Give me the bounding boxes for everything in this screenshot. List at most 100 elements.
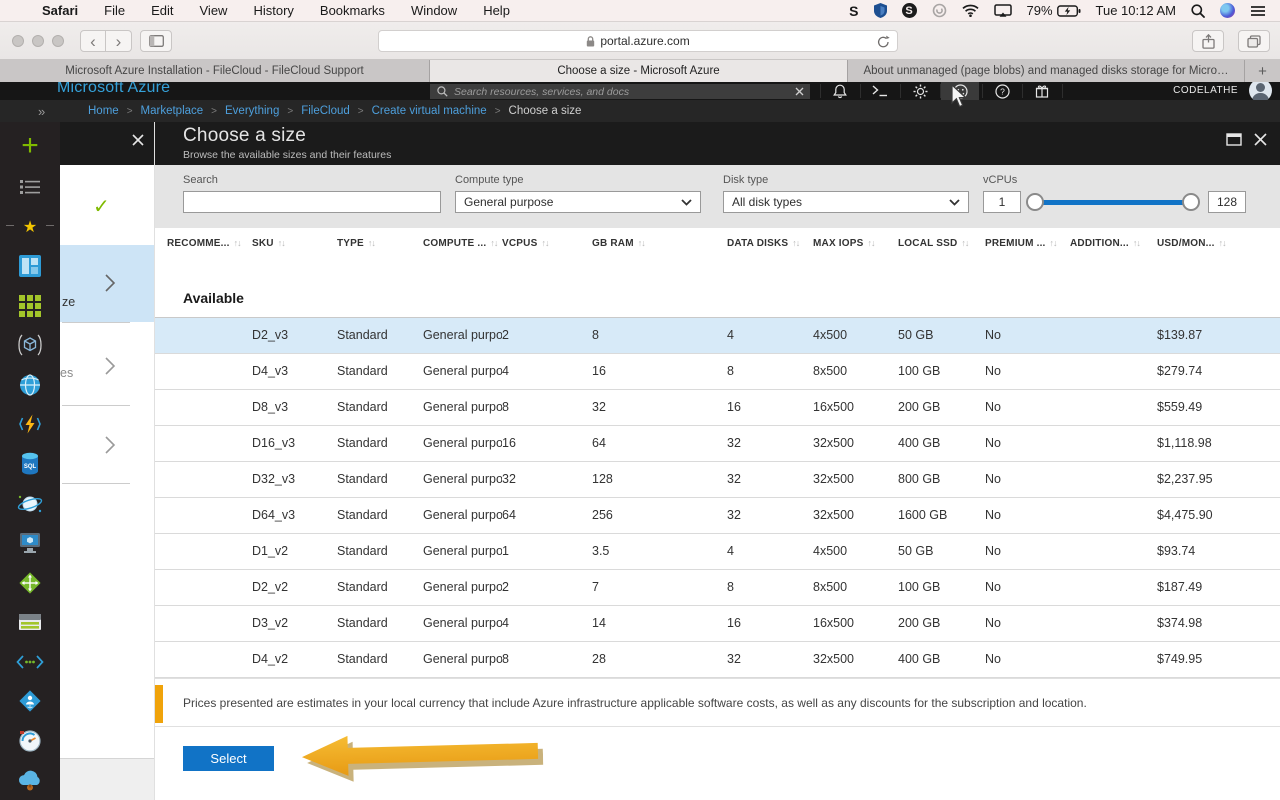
vcpu-max-input[interactable]: 128 — [1208, 191, 1246, 213]
skype-status-icon[interactable]: S — [901, 3, 917, 18]
close-window-button[interactable] — [12, 35, 24, 47]
column-header[interactable]: DATA DISKS ↑↓ — [727, 238, 813, 249]
slider-track[interactable] — [1028, 200, 1198, 205]
menubar-item[interactable]: Safari — [42, 3, 78, 18]
sidebar-item-virtual-networks[interactable] — [0, 642, 60, 682]
notifications-bell-button[interactable] — [821, 82, 859, 100]
airplay-display-icon[interactable] — [993, 4, 1012, 17]
breadcrumb-link[interactable]: FileCloud — [301, 105, 350, 117]
breadcrumb-link[interactable]: Everything — [225, 105, 279, 117]
table-row[interactable]: D1_v2 Standard General purpose1 3.5 4 4x500 50… — [155, 534, 1280, 570]
sidebar-item-monitor[interactable] — [0, 721, 60, 761]
sidebar-item-resource-groups[interactable] — [0, 326, 60, 366]
cloud-shell-button[interactable] — [861, 82, 899, 100]
spotlight-search-icon[interactable] — [1191, 3, 1205, 18]
sidebar-item-advisor[interactable] — [0, 761, 60, 800]
menubar-item[interactable]: History — [253, 3, 293, 18]
breadcrumb-link[interactable]: Home — [88, 105, 119, 117]
sidebar-item-create-resource[interactable]: + — [0, 128, 60, 168]
table-row[interactable]: D8_v3 Standard General purpose8 32 16 16x500 2… — [155, 390, 1280, 426]
menubar-item[interactable]: Help — [483, 3, 510, 18]
table-row[interactable]: D4_v2 Standard General purpose8 28 32 32x500 4… — [155, 642, 1280, 678]
table-row[interactable]: D2_v3 Standard General purpose2 8 4 4x500 50 G… — [155, 318, 1280, 354]
clear-search-icon[interactable] — [795, 87, 804, 96]
reload-icon[interactable] — [877, 35, 890, 49]
wizard-step-summary[interactable] — [60, 405, 154, 483]
sidebar-item-storage-accounts[interactable] — [0, 602, 60, 642]
blade-close-icon[interactable] — [131, 133, 145, 147]
size-search-field[interactable] — [183, 191, 441, 213]
column-header[interactable]: COMPUTE ... ↑↓ — [423, 238, 502, 249]
column-header[interactable]: LOCAL SSD ↑↓ — [898, 238, 985, 249]
sidebar-item-azure-active-directory[interactable] — [0, 681, 60, 721]
minimize-window-button[interactable] — [32, 35, 44, 47]
column-header[interactable]: MAX IOPS ↑↓ — [813, 238, 898, 249]
column-header[interactable]: TYPE ↑↓ — [337, 238, 423, 249]
table-row[interactable]: D4_v3 Standard General purpose4 16 8 8x500 100… — [155, 354, 1280, 390]
table-row[interactable]: D3_v2 Standard General purpose4 14 16 16x500 2… — [155, 606, 1280, 642]
breadcrumb-link[interactable]: Create virtual machine — [372, 105, 487, 117]
new-tab-button[interactable]: + — [1245, 60, 1280, 82]
sidebar-item-all-services[interactable] — [0, 168, 60, 208]
sidebar-item-app-services[interactable] — [0, 365, 60, 405]
table-row[interactable]: D16_v3 Standard General purpose16 64 32 32x50… — [155, 426, 1280, 462]
column-header[interactable]: PREMIUM ... ↑↓ — [985, 238, 1070, 249]
column-header[interactable]: VCPUS ↑↓ — [502, 238, 592, 249]
back-button[interactable]: ‹ — [80, 30, 106, 52]
sidebar-item-sql-databases[interactable]: SQL — [0, 444, 60, 484]
vcpu-min-input[interactable]: 1 — [983, 191, 1021, 213]
menubar-clock[interactable]: Tue 10:12 AM — [1096, 3, 1176, 18]
vcpu-slider[interactable] — [1026, 191, 1200, 213]
table-row[interactable]: D64_v3 Standard General purpose64 256 32 32x5… — [155, 498, 1280, 534]
compute-type-select[interactable]: General purpose — [455, 191, 701, 213]
sidebar-item-virtual-machines[interactable] — [0, 523, 60, 563]
settings-button[interactable] — [901, 82, 939, 100]
sidebar-expand-icon[interactable]: » — [38, 104, 45, 119]
sublime-status-icon[interactable]: S — [849, 3, 858, 19]
column-header[interactable]: SKU ↑↓ — [252, 238, 337, 249]
menubar-item[interactable]: View — [200, 3, 228, 18]
forward-button[interactable]: › — [106, 30, 132, 52]
tab-overview-button[interactable] — [1238, 30, 1270, 52]
menubar-item[interactable]: Edit — [151, 3, 173, 18]
table-row[interactable]: D32_v3StandardGeneral purpose321283232x5… — [155, 462, 1280, 498]
disk-type-select[interactable]: All disk types — [723, 191, 969, 213]
sidebar-item-dashboard[interactable] — [0, 247, 60, 287]
wizard-step-settings[interactable]: es — [60, 322, 154, 405]
column-header[interactable]: RECOMME... ↑↓ — [167, 238, 252, 249]
sidebar-item-function-apps[interactable] — [0, 405, 60, 445]
zoom-window-button[interactable] — [52, 35, 64, 47]
slider-handle-max[interactable] — [1182, 193, 1200, 211]
azure-logo[interactable]: Microsoft Azure — [57, 82, 170, 97]
tab-filecloud-support[interactable]: Microsoft Azure Installation - FileCloud… — [0, 60, 430, 82]
sidebar-toggle-button[interactable] — [140, 30, 172, 52]
slider-handle-min[interactable] — [1026, 193, 1044, 211]
menubar-item[interactable]: Window — [411, 3, 457, 18]
panel-close-icon[interactable] — [1253, 132, 1268, 147]
menubar-item[interactable]: File — [104, 3, 125, 18]
account-name[interactable]: CODELATHE — [1173, 85, 1238, 96]
filecloud-shield-icon[interactable] — [873, 3, 887, 18]
tab-managed-disks[interactable]: About unmanaged (page blobs) and managed… — [848, 60, 1245, 82]
table-row[interactable]: D2_v2 Standard General purpose2 7 8 8x500 100 … — [155, 570, 1280, 606]
siri-icon[interactable] — [1220, 3, 1235, 18]
address-bar[interactable]: portal.azure.com — [378, 30, 898, 52]
sidebar-item-favorites[interactable]: ★ — [0, 207, 60, 247]
share-button[interactable] — [1192, 30, 1224, 52]
swirl-status-icon[interactable] — [932, 3, 947, 18]
avatar[interactable] — [1249, 82, 1272, 100]
notification-center-icon[interactable] — [1250, 5, 1266, 17]
column-header[interactable]: GB RAM ↑↓ — [592, 238, 727, 249]
tab-choose-a-size[interactable]: Choose a size - Microsoft Azure — [430, 60, 848, 82]
sidebar-item-all-resources[interactable] — [0, 286, 60, 326]
wizard-step-size[interactable]: ze — [60, 245, 154, 322]
battery-charging-icon[interactable] — [1056, 4, 1081, 17]
sidebar-item-cosmos-db[interactable] — [0, 484, 60, 524]
breadcrumb-link[interactable]: Marketplace — [141, 105, 204, 117]
azure-search-bar[interactable]: Search resources, services, and docs — [430, 84, 810, 99]
maximize-icon[interactable] — [1226, 133, 1242, 146]
menubar-item[interactable]: Bookmarks — [320, 3, 385, 18]
sidebar-item-load-balancers[interactable] — [0, 563, 60, 603]
select-button[interactable]: Select — [183, 746, 274, 771]
column-header[interactable]: USD/MON... ↑↓ — [1157, 238, 1280, 249]
